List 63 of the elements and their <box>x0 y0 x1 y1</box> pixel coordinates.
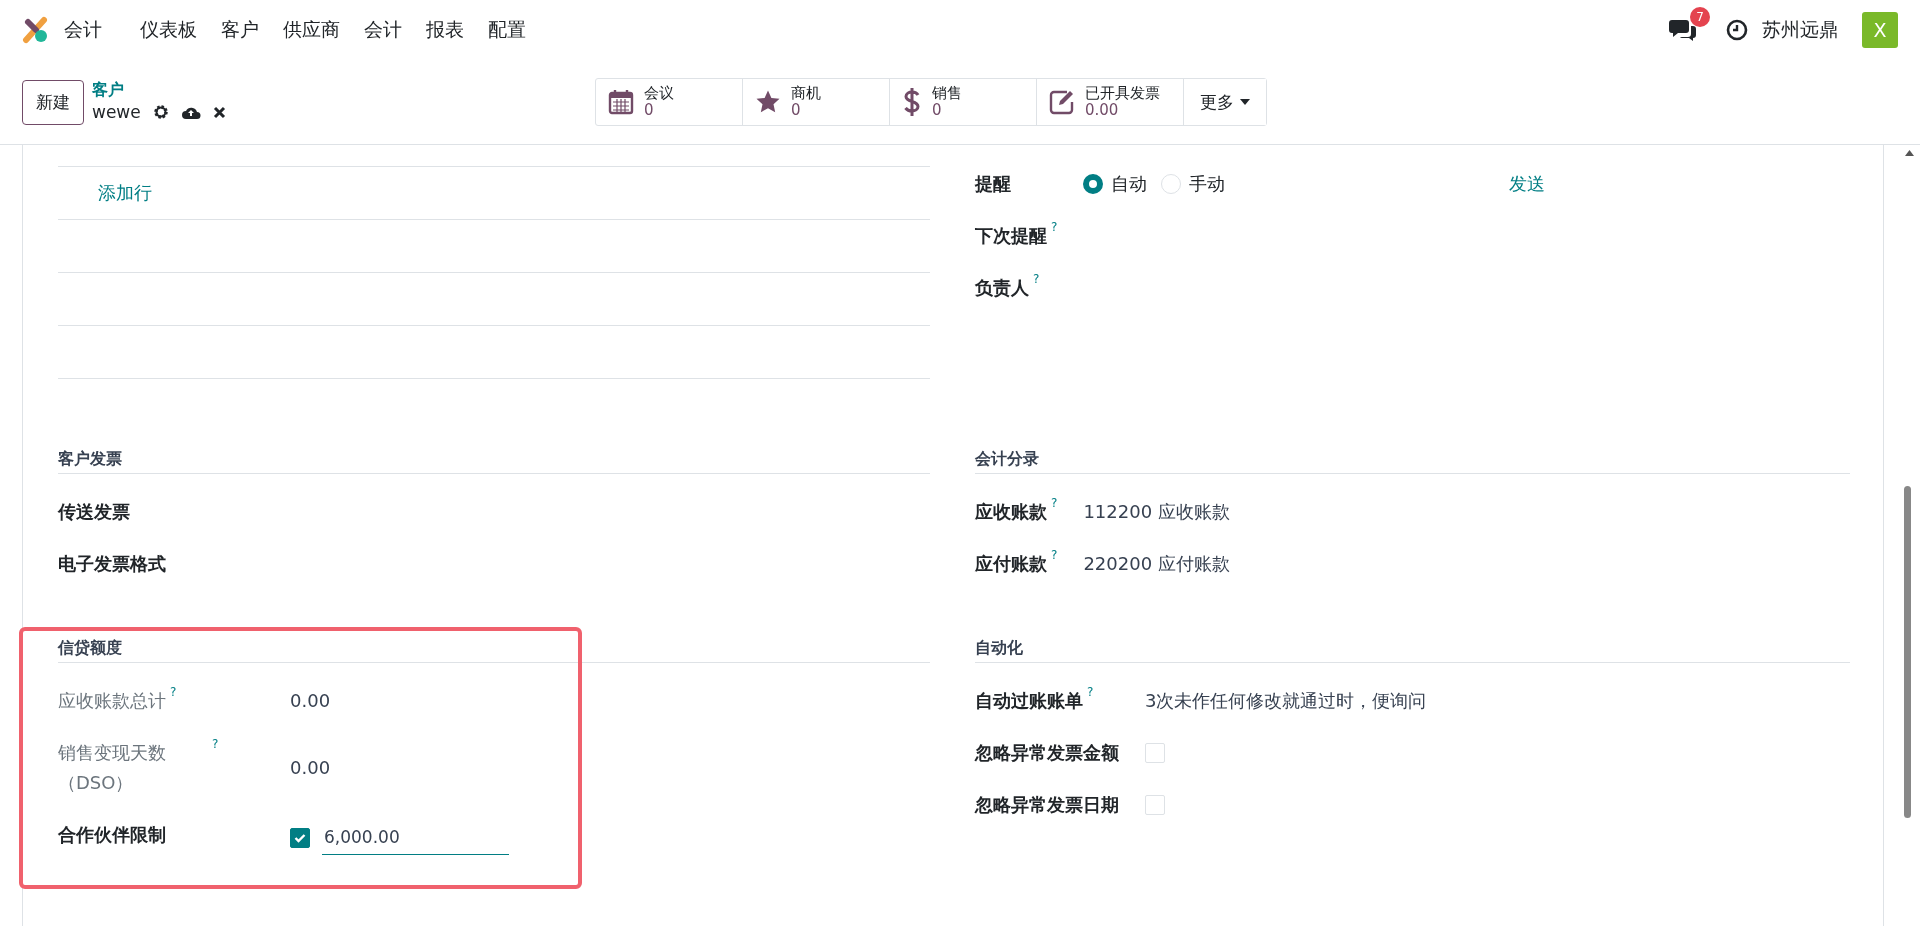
field-label: 应收账款 <box>975 500 1047 524</box>
field-label: 提醒 <box>975 172 1011 196</box>
help-mark[interactable]: ? <box>1051 221 1058 233</box>
field-label: 电子发票格式 <box>58 552 166 576</box>
checkbox[interactable] <box>290 827 310 848</box>
field-label: 应付账款 <box>975 552 1047 576</box>
amount-field[interactable]: 6,000.00 <box>322 820 509 855</box>
field-label: 下次提醒 <box>975 224 1047 248</box>
dollar-icon <box>902 87 922 117</box>
help-mark[interactable]: ? <box>170 686 177 698</box>
chat-icon[interactable] <box>1668 17 1698 43</box>
caret-icon <box>1240 99 1250 105</box>
radio-label[interactable]: 手动 <box>1189 169 1226 199</box>
field-label: 销售变现天数（DSO） <box>58 741 167 795</box>
field-value: 0.00 <box>290 756 331 780</box>
stat-button[interactable]: 商机 0 <box>743 79 890 125</box>
help-mark[interactable]: ? <box>212 738 219 750</box>
star-icon <box>755 89 781 115</box>
section-title: 客户发票 <box>58 440 930 474</box>
stat-button[interactable]: 会议 0 <box>596 79 743 125</box>
section-title: 自动化 <box>975 629 1850 663</box>
field-value: 220200 应付账款 <box>1083 552 1230 576</box>
field-label: 应收账款总计 <box>58 689 166 713</box>
help-mark[interactable]: ? <box>1051 549 1058 561</box>
help-mark[interactable]: ? <box>1087 686 1094 698</box>
field-value: 112200 应收账款 <box>1083 500 1230 524</box>
scroll-up-icon[interactable] <box>1905 150 1914 156</box>
menu-item[interactable]: 配置 <box>476 17 538 43</box>
menu-item[interactable]: 供应商 <box>271 17 352 43</box>
section-title: 会计分录 <box>975 440 1850 474</box>
section-title: 信贷额度 <box>58 629 930 663</box>
field-value: 0.00 <box>290 689 331 713</box>
help-mark[interactable]: ? <box>1033 273 1040 285</box>
new-button[interactable]: 新建 <box>22 79 84 125</box>
settings-icon[interactable] <box>152 104 169 120</box>
menu-item[interactable]: 会计 <box>352 17 414 43</box>
edit-icon <box>1049 89 1075 115</box>
field-label: 自动过账账单 <box>975 689 1083 713</box>
send-link[interactable]: 发送 <box>1509 169 1545 199</box>
menu-item[interactable]: 报表 <box>414 17 476 43</box>
company-name[interactable]: 苏州远鼎 <box>1762 17 1838 43</box>
radio-button[interactable] <box>1083 174 1104 194</box>
field-label: 合作伙伴限制 <box>58 823 166 847</box>
field-value: 3次未作任何修改就通过时，便询问 <box>1145 689 1427 713</box>
notification-badge: 7 <box>1690 7 1710 27</box>
breadcrumb-link[interactable]: 客户 <box>92 80 226 100</box>
field-label: 忽略异常发票日期 <box>975 793 1119 817</box>
help-mark[interactable]: ? <box>1051 497 1058 509</box>
app-name[interactable]: 会计 <box>64 17 102 43</box>
app-logo-icon[interactable] <box>22 16 50 44</box>
menu-item[interactable]: 仪表板 <box>128 17 209 43</box>
close-icon[interactable] <box>212 105 226 119</box>
stat-button[interactable]: 销售 0 <box>890 79 1037 125</box>
radio-label[interactable]: 自动 <box>1111 169 1148 199</box>
menu-item[interactable]: 客户 <box>209 17 271 43</box>
field-label: 忽略异常发票金额 <box>975 741 1119 765</box>
clock-icon[interactable] <box>1726 19 1748 41</box>
add-line-link[interactable]: 添加行 <box>98 181 152 205</box>
field-label: 传送发票 <box>58 500 130 524</box>
scrollbar-thumb[interactable] <box>1904 486 1911 818</box>
calendar-icon <box>608 89 634 115</box>
record-name: wewe <box>92 101 141 124</box>
field-label: 负责人 <box>975 276 1029 300</box>
